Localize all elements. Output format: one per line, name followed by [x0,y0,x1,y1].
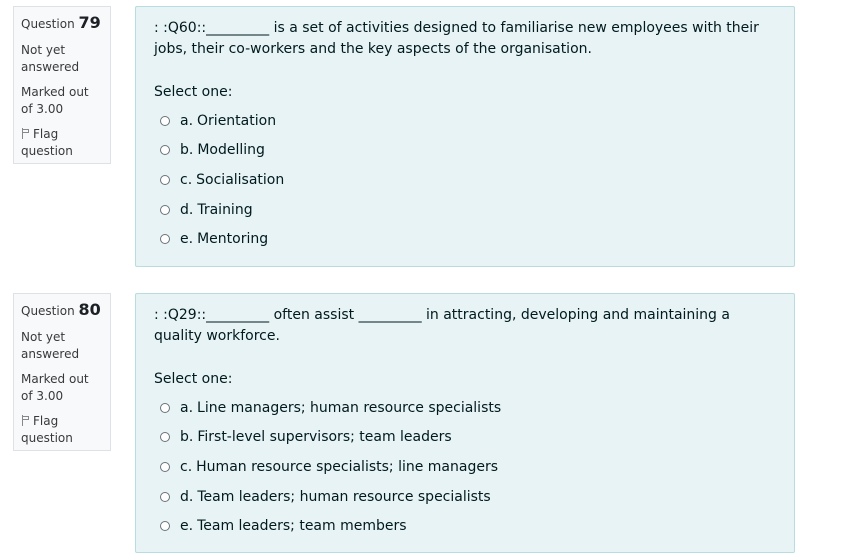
answer-option-e[interactable]: e. Mentoring [154,224,776,254]
radio-button[interactable] [160,461,170,472]
question-label: Question [21,304,75,318]
answer-text[interactable]: Team leaders; team members [197,518,406,534]
question-info-panel: Question 80 Not yet answered Marked out … [13,293,111,451]
question-text: : :Q60::_________ is a set of activities… [154,20,759,57]
answer-letter[interactable]: c. [180,172,192,188]
answer-letter[interactable]: a. [180,400,193,416]
answer-option-e[interactable]: e. Team leaders; team members [154,511,776,541]
answer-option-a[interactable]: a. Line managers; human resource special… [154,393,776,423]
answer-option-c[interactable]: c. Socialisation [154,165,776,195]
answer-text[interactable]: Mentoring [197,231,268,247]
answer-text[interactable]: First-level supervisors; team leaders [197,429,451,445]
answer-letter[interactable]: b. [180,142,193,158]
radio-button[interactable] [160,174,170,185]
answer-letter[interactable]: c. [180,459,192,475]
flag-icon[interactable] [21,415,30,426]
answer-text[interactable]: Line managers; human resource specialist… [197,400,501,416]
radio-button[interactable] [160,145,170,156]
select-one-prompt: Select one: [154,371,233,387]
question-number-line: Question 79 [21,13,103,34]
answer-letter[interactable]: d. [180,489,193,505]
answer-letter[interactable]: e. [180,231,193,247]
answer-list: a. Line managers; human resource special… [154,393,776,541]
answer-letter[interactable]: b. [180,429,193,445]
answer-option-b[interactable]: b. First-level supervisors; team leaders [154,423,776,453]
answer-text[interactable]: Human resource specialists; line manager… [196,459,498,475]
answer-letter[interactable]: e. [180,518,193,534]
question-number: 79 [78,13,101,32]
question-content: : :Q29::_________ often assist _________… [135,293,795,553]
answer-option-a[interactable]: a. Orientation [154,106,776,136]
radio-button[interactable] [160,204,170,215]
radio-button[interactable] [160,491,170,502]
answer-option-b[interactable]: b. Modelling [154,136,776,166]
answer-letter[interactable]: d. [180,202,193,218]
question-number: 80 [78,300,101,319]
question-content: : :Q60::_________ is a set of activities… [135,6,795,267]
answer-letter[interactable]: a. [180,113,193,129]
question-grade: Marked out of 3.00 [21,85,89,116]
select-one-prompt: Select one: [154,84,233,100]
question-state: Not yet answered [21,330,80,361]
answer-option-c[interactable]: c. Human resource specialists; line mana… [154,452,776,482]
answer-list: a. Orientation b. Modelling c. Socialisa… [154,106,776,254]
answer-text[interactable]: Team leaders; human resource specialists [197,489,490,505]
radio-button[interactable] [160,432,170,443]
answer-option-d[interactable]: d. Team leaders; human resource speciali… [154,482,776,512]
question-text: : :Q29::_________ often assist _________… [154,307,730,344]
question-info-panel: Question 79 Not yet answered Marked out … [13,6,111,164]
radio-button[interactable] [160,521,170,532]
answer-text[interactable]: Modelling [197,142,265,158]
question-state: Not yet answered [21,43,80,74]
radio-button[interactable] [160,115,170,126]
flag-question-link[interactable]: Flag question [21,413,103,447]
question-number-line: Question 80 [21,300,103,321]
answer-text[interactable]: Training [197,202,252,218]
flag-question-link[interactable]: Flag question [21,126,103,160]
radio-button[interactable] [160,234,170,245]
radio-button[interactable] [160,402,170,413]
answer-text[interactable]: Orientation [197,113,276,129]
answer-option-d[interactable]: d. Training [154,195,776,225]
question-grade: Marked out of 3.00 [21,372,89,403]
flag-icon[interactable] [21,128,30,139]
answer-text[interactable]: Socialisation [196,172,284,188]
question-label: Question [21,17,75,31]
